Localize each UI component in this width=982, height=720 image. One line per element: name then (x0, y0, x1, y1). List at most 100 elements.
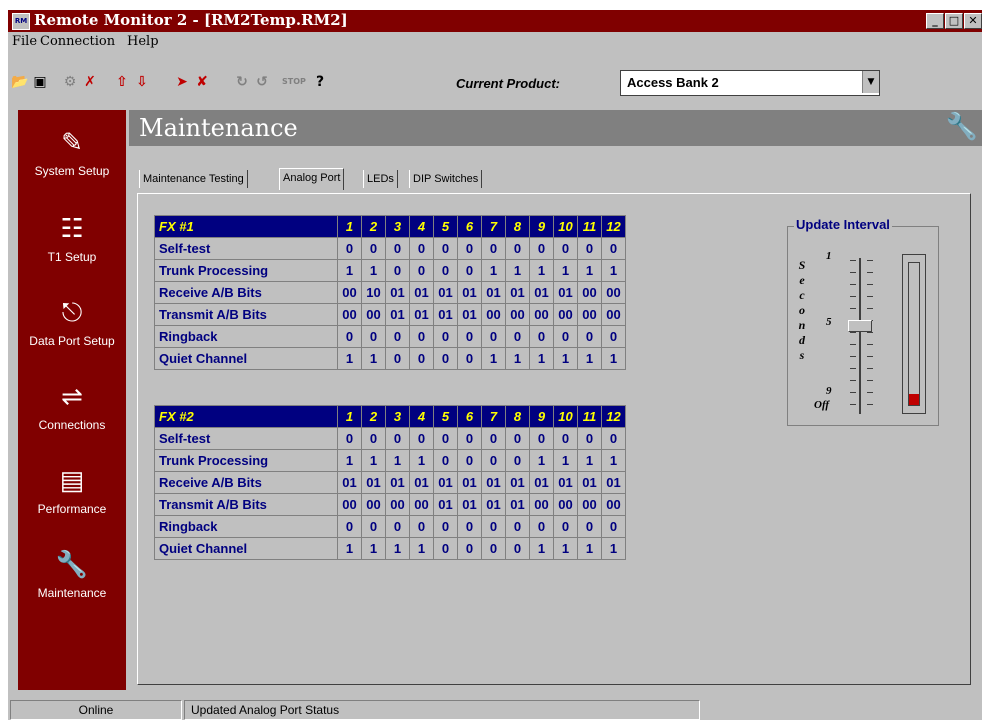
save-icon[interactable]: ▣ (30, 71, 50, 93)
sidebar-item-t1-setup[interactable]: ☷ T1 Setup (18, 210, 126, 264)
table-cell: 1 (553, 449, 578, 472)
sidebar-item-label: Data Port Setup (29, 334, 115, 348)
chevron-down-icon[interactable]: ▼ (862, 71, 879, 93)
sidebar-item-system-setup[interactable]: ✎ System Setup (18, 124, 126, 178)
table-cell: 01 (409, 281, 434, 304)
table-cell: 0 (385, 259, 410, 282)
interval-slider-track[interactable] (859, 258, 861, 414)
table-cell: 0 (337, 515, 362, 538)
connections-icon: ⇌ (61, 381, 83, 411)
slider-tick (867, 284, 873, 285)
table-cell: 0 (457, 537, 482, 560)
sidebar-item-data-port-setup[interactable]: ⎋ Data Port Setup (18, 294, 126, 348)
interval-slider-thumb[interactable] (848, 320, 872, 332)
menu-connection[interactable]: Connection (40, 34, 115, 49)
app-icon[interactable]: RM (12, 13, 30, 30)
table-cell: 0 (409, 325, 434, 348)
cancel-icon[interactable]: ✘ (192, 71, 212, 93)
column-header: 8 (505, 215, 530, 238)
maximize-button[interactable]: □ (945, 13, 963, 29)
table-cell: 1 (529, 347, 554, 370)
tab-leds[interactable]: LEDs (363, 170, 398, 188)
table-cell: 00 (529, 303, 554, 326)
poll-icon[interactable]: ↻ (232, 71, 252, 93)
column-header: 8 (505, 405, 530, 428)
slider-tick (850, 284, 856, 285)
tab-analog-port[interactable]: Analog Port (279, 168, 345, 190)
upload-icon[interactable]: ⇧ (112, 71, 132, 93)
table-cell: 01 (457, 303, 482, 326)
menu-file[interactable]: File (12, 34, 37, 49)
table-cell: 0 (553, 325, 578, 348)
table-cell: 0 (577, 237, 602, 260)
table-cell: 1 (385, 537, 410, 560)
table-cell: 1 (409, 449, 434, 472)
table-cell: 0 (601, 515, 626, 538)
column-header: 6 (457, 215, 482, 238)
table-cell: 01 (385, 471, 410, 494)
fx-title: FX #1 (154, 215, 338, 238)
minimize-button[interactable]: _ (926, 13, 944, 29)
help-icon[interactable]: ? (310, 71, 330, 93)
table-cell: 01 (457, 493, 482, 516)
column-header: 2 (361, 405, 386, 428)
send-icon[interactable]: ➤ (172, 71, 192, 93)
row-label: Trunk Processing (154, 449, 338, 472)
column-header: 3 (385, 405, 410, 428)
table-cell: 1 (385, 449, 410, 472)
tab-maintenance-testing[interactable]: Maintenance Testing (139, 170, 248, 188)
table-cell: 01 (505, 493, 530, 516)
title-bar: RM Remote Monitor 2 - [RM2Temp.RM2] _ □ ✕ (8, 10, 982, 32)
row-label: Trunk Processing (154, 259, 338, 282)
column-header: 1 (337, 405, 362, 428)
table-cell: 1 (361, 537, 386, 560)
table-cell: 01 (601, 471, 626, 494)
table-cell: 1 (409, 537, 434, 560)
meter-fill (909, 394, 919, 405)
table-cell: 01 (361, 471, 386, 494)
table-cell: 10 (361, 281, 386, 304)
table-cell: 0 (433, 515, 458, 538)
disconnect-icon[interactable]: ✗ (80, 71, 100, 93)
table-cell: 0 (409, 515, 434, 538)
slider-tick (850, 368, 856, 369)
sidebar-item-label: Connections (38, 418, 106, 432)
table-cell: 0 (433, 237, 458, 260)
table-cell: 1 (529, 449, 554, 472)
slider-tick (850, 296, 856, 297)
close-button[interactable]: ✕ (964, 13, 982, 29)
table-row: Receive A/B Bits 00 10 01 01 01 01 01 01 01 01 00 00 (154, 281, 626, 304)
sidebar-item-maintenance[interactable]: 🔧 Maintenance (18, 546, 126, 600)
slider-tick (850, 332, 856, 333)
status-connection: Online (10, 700, 182, 720)
table-cell: 0 (409, 427, 434, 450)
table-cell: 1 (529, 537, 554, 560)
table-cell: 01 (505, 471, 530, 494)
table-cell: 1 (529, 259, 554, 282)
sidebar-item-label: Performance (37, 502, 107, 516)
poll-stop-icon[interactable]: ↺ (252, 71, 272, 93)
stop-icon[interactable]: STOP (282, 71, 306, 93)
table-cell: 0 (577, 427, 602, 450)
sidebar-item-performance[interactable]: ▤ Performance (18, 462, 126, 516)
table-cell: 01 (385, 303, 410, 326)
current-product-select[interactable]: Access Bank 2 ▼ (620, 70, 880, 96)
slider-tick (867, 392, 873, 393)
app-window: RM Remote Monitor 2 - [RM2Temp.RM2] _ □ ✕ … (8, 10, 982, 720)
connect-icon[interactable]: ⚙ (60, 71, 80, 93)
seconds-letter: e (799, 273, 805, 287)
page-title: Maintenance (139, 114, 298, 142)
menu-help[interactable]: Help (127, 34, 159, 49)
column-header: 3 (385, 215, 410, 238)
scale-label-5: 5 (826, 316, 832, 328)
seconds-letter: o (799, 303, 805, 317)
sidebar-item-connections[interactable]: ⇌ Connections (18, 378, 126, 432)
table-cell: 0 (601, 237, 626, 260)
row-label: Transmit A/B Bits (154, 493, 338, 516)
tab-dip-switches[interactable]: DIP Switches (409, 170, 483, 188)
table-cell: 01 (529, 471, 554, 494)
download-icon[interactable]: ⇩ (132, 71, 152, 93)
column-header: 9 (529, 215, 554, 238)
table-row: Transmit A/B Bits 00 00 01 01 01 01 00 00 00 00 00 0… (154, 303, 626, 326)
open-icon[interactable]: 📂 (10, 71, 30, 93)
